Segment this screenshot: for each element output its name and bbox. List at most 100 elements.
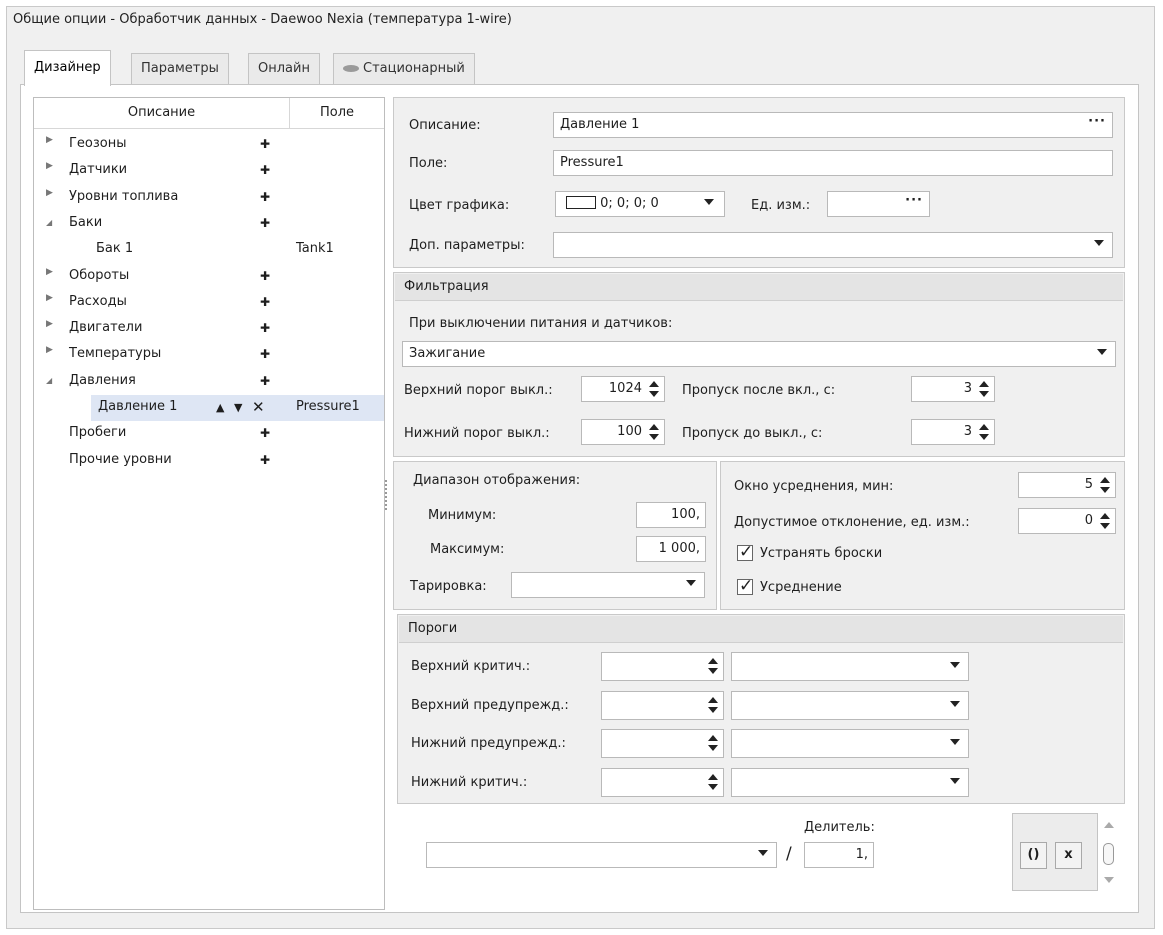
vertical-scrollbar[interactable] (1102, 820, 1116, 886)
upper-off-spinner[interactable]: 1024 (581, 376, 665, 402)
add-icon[interactable]: ✚ (260, 321, 270, 335)
expand-arrow-icon[interactable]: ▶ (46, 267, 53, 277)
add-icon[interactable]: ✚ (260, 374, 270, 388)
add-icon[interactable]: ✚ (260, 347, 270, 361)
tree-item-label: Давления (69, 372, 136, 388)
maximum-field[interactable]: 1 000, (636, 536, 706, 562)
spinner-arrows-icon[interactable] (708, 733, 718, 753)
expand-arrow-icon[interactable]: ▶ (46, 135, 53, 145)
tree-item[interactable]: ▶ Уровни топлива ✚ (34, 185, 384, 211)
tab-designer[interactable]: Дизайнер (24, 50, 111, 86)
averaging-window-spinner[interactable]: 5 (1018, 472, 1116, 498)
threshold-spinner[interactable] (601, 767, 724, 797)
minimum-field[interactable]: 100, (636, 502, 706, 528)
tree-item[interactable]: ▶ Геозоны ✚ (34, 132, 384, 158)
tree-item[interactable]: ◢ Баки ✚ (34, 211, 384, 237)
add-icon[interactable]: ✚ (260, 216, 270, 230)
move-up-icon[interactable]: ▲ (216, 401, 224, 414)
calibration-select[interactable] (511, 572, 705, 598)
tab-parameters[interactable]: Параметры (131, 53, 229, 84)
threshold-spinner[interactable] (601, 729, 724, 758)
channel-tree[interactable]: Описание Поле ▶ Геозоны ✚ ▶ Датчики ✚ ▶ Уровни … (33, 97, 385, 910)
collapse-arrow-icon[interactable]: ◢ (46, 218, 52, 227)
collapse-arrow-icon[interactable]: ◢ (46, 376, 52, 385)
threshold-color-select[interactable] (731, 729, 969, 758)
averaging-checkbox[interactable] (737, 576, 753, 596)
skip-before-off-label: Пропуск до выкл., с: (682, 426, 823, 441)
formula-source-select[interactable] (426, 842, 777, 868)
tree-item[interactable]: ▶ Обороты ✚ (34, 264, 384, 290)
remove-spikes-label[interactable]: Устранять броски (760, 546, 882, 561)
chevron-down-icon (758, 850, 768, 856)
deviation-spinner[interactable]: 0 (1018, 508, 1116, 534)
tree-item[interactable]: Пробеги ✚ (34, 421, 384, 447)
add-icon[interactable]: ✚ (260, 426, 270, 440)
tree-item-label: Давление 1 (98, 399, 178, 414)
scroll-down-icon[interactable] (1104, 877, 1114, 883)
tree-item[interactable]: Прочие уровни ✚ (34, 448, 384, 474)
filtration-header: Фильтрация (395, 274, 1123, 301)
tree-item[interactable]: ▶ Расходы ✚ (34, 290, 384, 316)
add-icon[interactable]: ✚ (260, 163, 270, 177)
spinner-arrows-icon[interactable] (1100, 511, 1110, 531)
ellipsis-icon[interactable]: ··· (1088, 114, 1106, 129)
color-swatch-icon (566, 196, 596, 209)
threshold-color-select[interactable] (731, 767, 969, 797)
expand-arrow-icon[interactable]: ▶ (46, 293, 53, 303)
splitter-grip[interactable] (385, 480, 387, 510)
tab-online[interactable]: Онлайн (248, 53, 320, 84)
move-down-icon[interactable]: ▼ (234, 401, 242, 414)
tree-column-field[interactable]: Поле (290, 98, 384, 129)
lower-off-spinner[interactable]: 100 (581, 419, 665, 445)
spinner-arrows-icon[interactable] (708, 695, 718, 715)
clear-button[interactable]: x (1055, 842, 1082, 869)
threshold-color-select[interactable] (731, 652, 969, 681)
field-name-input[interactable]: Pressure1 (553, 150, 1113, 176)
tree-item[interactable]: ▶ Температуры ✚ (34, 342, 384, 368)
scrollbar-thumb[interactable] (1103, 843, 1114, 865)
add-icon[interactable]: ✚ (260, 190, 270, 204)
divider-field[interactable]: 1, (804, 842, 874, 868)
ellipsis-icon[interactable]: ··· (905, 193, 923, 208)
add-icon[interactable]: ✚ (260, 295, 270, 309)
chart-color-select[interactable]: 0; 0; 0; 0 (555, 191, 725, 217)
add-icon[interactable]: ✚ (260, 269, 270, 283)
threshold-spinner[interactable] (601, 652, 724, 681)
averaging-label[interactable]: Усреднение (760, 580, 842, 595)
tree-item[interactable]: ▶ Датчики ✚ (34, 158, 384, 184)
units-field[interactable]: ··· (827, 191, 930, 217)
spinner-arrows-icon[interactable] (979, 422, 989, 442)
deviation-label: Допустимое отклонение, ед. изм.: (734, 515, 970, 530)
chart-color-label: Цвет графика: (409, 198, 510, 213)
tree-column-description[interactable]: Описание (34, 98, 290, 129)
tree-item[interactable]: ▶ Двигатели ✚ (34, 316, 384, 342)
tree-item[interactable]: Бак 1 Tank1 (34, 237, 384, 263)
skip-after-on-spinner[interactable]: 3 (911, 376, 995, 402)
threshold-spinner[interactable] (601, 690, 724, 720)
expand-arrow-icon[interactable]: ▶ (46, 345, 53, 355)
scroll-up-icon[interactable] (1104, 822, 1114, 828)
power-off-select[interactable]: Зажигание (402, 341, 1116, 367)
description-field[interactable]: Давление 1 ··· (553, 112, 1113, 138)
spinner-arrows-icon[interactable] (708, 772, 718, 792)
add-icon[interactable]: ✚ (260, 137, 270, 151)
add-icon[interactable]: ✚ (260, 453, 270, 467)
expand-arrow-icon[interactable]: ▶ (46, 319, 53, 329)
remove-icon[interactable]: ✕ (252, 398, 265, 416)
spinner-arrows-icon[interactable] (1100, 475, 1110, 495)
spinner-arrows-icon[interactable] (979, 379, 989, 399)
threshold-label: Верхний предупрежд.: (411, 697, 569, 713)
expand-arrow-icon[interactable]: ▶ (46, 161, 53, 171)
parentheses-button[interactable]: () (1020, 842, 1047, 869)
remove-spikes-checkbox[interactable] (737, 542, 753, 562)
tree-item[interactable]: Давление 1 ▲ ▼ ✕ Pressure1 (34, 395, 384, 421)
threshold-color-select[interactable] (731, 690, 969, 720)
spinner-arrows-icon[interactable] (708, 656, 718, 676)
spinner-arrows-icon[interactable] (649, 422, 659, 442)
skip-before-off-spinner[interactable]: 3 (911, 419, 995, 445)
extra-params-select[interactable] (553, 232, 1113, 258)
expand-arrow-icon[interactable]: ▶ (46, 188, 53, 198)
tab-stationary[interactable]: Стационарный (333, 53, 475, 84)
tree-item[interactable]: ◢ Давления ✚ (34, 369, 384, 395)
spinner-arrows-icon[interactable] (649, 379, 659, 399)
